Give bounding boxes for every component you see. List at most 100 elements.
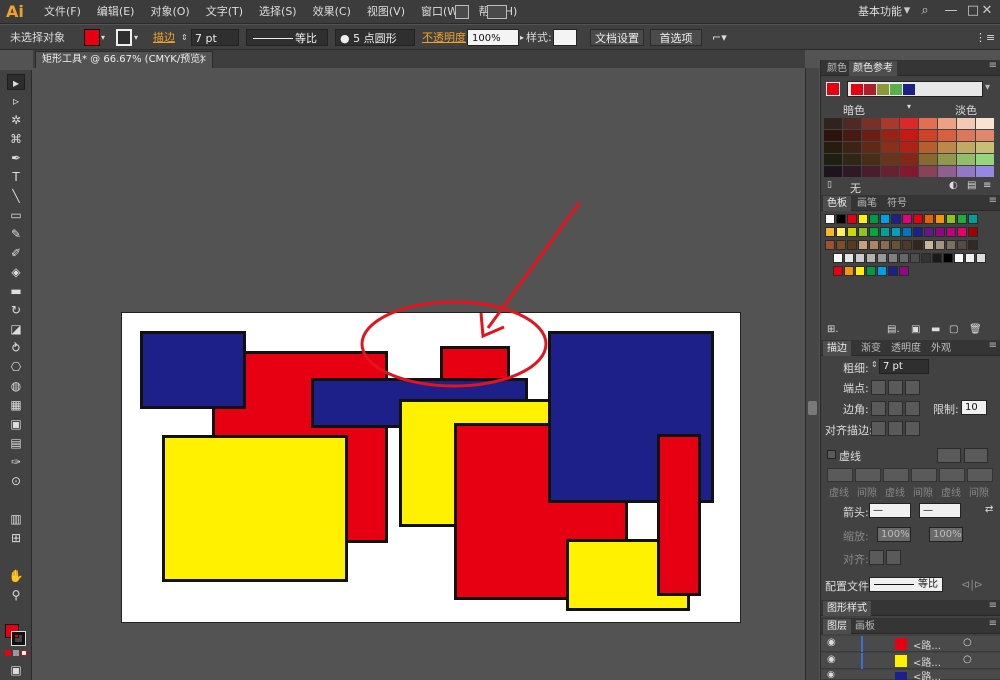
color-swatch[interactable] <box>880 227 890 237</box>
color-swatch[interactable] <box>844 266 854 276</box>
color-variation-swatch[interactable] <box>976 142 994 153</box>
panel-menu-icon[interactable]: ≡ <box>989 600 997 611</box>
delete-swatch-icon[interactable]: 🗑 <box>969 324 982 335</box>
color-swatch[interactable] <box>935 240 945 250</box>
eye-icon[interactable]: ◉ <box>827 637 836 648</box>
end-scale-field[interactable]: 100% <box>929 527 963 542</box>
color-swatch[interactable] <box>880 214 890 224</box>
color-variation-swatch[interactable] <box>881 118 899 129</box>
color-variation-swatch[interactable] <box>919 166 937 177</box>
dash-field[interactable] <box>827 468 853 482</box>
color-variation-swatch[interactable] <box>919 154 937 165</box>
flip-profile-icon[interactable]: ⊲|⊳ <box>961 578 983 591</box>
variation-dropdown-icon[interactable]: ▾ <box>907 102 911 111</box>
harmony-color[interactable] <box>864 84 876 95</box>
gap-field[interactable] <box>911 468 937 482</box>
color-swatch[interactable] <box>836 227 846 237</box>
tab-color-guide[interactable]: 颜色参考 <box>849 61 897 76</box>
color-swatch[interactable] <box>855 266 865 276</box>
color-variation-swatch[interactable] <box>881 130 899 141</box>
layer-name[interactable]: <路... <box>913 637 941 652</box>
color-swatch[interactable] <box>866 253 876 263</box>
start-scale-field[interactable]: 100% <box>877 527 911 542</box>
color-swatch[interactable] <box>858 214 868 224</box>
color-swatch[interactable] <box>880 240 890 250</box>
tab-transparency[interactable]: 透明度 <box>887 341 925 356</box>
tab-stroke[interactable]: 描边 <box>823 341 851 356</box>
color-variation-swatch[interactable] <box>843 130 861 141</box>
new-color-group-icon[interactable]: ▬ <box>931 324 940 335</box>
gap-field[interactable] <box>967 468 993 482</box>
color-swatch[interactable] <box>855 253 865 263</box>
color-swatch[interactable] <box>976 253 986 263</box>
tab-artboards[interactable]: 画板 <box>851 619 879 634</box>
color-variation-swatch[interactable] <box>843 142 861 153</box>
color-variation-swatch[interactable] <box>919 130 937 141</box>
color-swatch[interactable] <box>825 214 835 224</box>
layer-row[interactable]: ◉ <路... ○ <box>821 653 1000 669</box>
color-swatch[interactable] <box>858 240 868 250</box>
bevel-join-button[interactable] <box>905 401 920 416</box>
align-center-button[interactable] <box>871 421 886 436</box>
dash-field[interactable] <box>939 468 965 482</box>
color-variation-swatch[interactable] <box>957 118 975 129</box>
new-swatch-icon[interactable]: ▢ <box>949 324 958 335</box>
color-variation-swatch[interactable] <box>862 154 880 165</box>
harmony-color[interactable] <box>851 84 863 95</box>
tab-layers[interactable]: 图层 <box>823 619 851 634</box>
color-swatch[interactable] <box>877 253 887 263</box>
swap-arrowheads-icon[interactable]: ⇄ <box>985 504 993 515</box>
panel-menu-icon[interactable]: ≡ <box>989 60 997 71</box>
color-variation-swatch[interactable] <box>938 118 956 129</box>
color-swatch[interactable] <box>902 240 912 250</box>
tab-brushes[interactable]: 画笔 <box>853 196 881 211</box>
color-variation-swatch[interactable] <box>824 118 842 129</box>
color-swatch[interactable] <box>869 227 879 237</box>
color-swatch[interactable] <box>968 214 978 224</box>
color-swatch[interactable] <box>902 214 912 224</box>
color-swatch[interactable] <box>957 240 967 250</box>
color-variation-swatch[interactable] <box>881 166 899 177</box>
edit-colors-icon[interactable]: ≡ <box>983 180 991 191</box>
color-variation-swatch[interactable] <box>900 142 918 153</box>
color-swatch[interactable] <box>825 240 835 250</box>
color-variation-swatch[interactable] <box>938 154 956 165</box>
color-variation-swatch[interactable] <box>824 130 842 141</box>
harmony-rule-bar[interactable] <box>847 81 983 97</box>
color-swatch[interactable] <box>965 253 975 263</box>
color-variation-swatch[interactable] <box>900 130 918 141</box>
color-swatch[interactable] <box>891 240 901 250</box>
tab-swatches[interactable]: 色板 <box>823 196 851 211</box>
projecting-cap-button[interactable] <box>905 380 920 395</box>
color-variation-swatch[interactable] <box>862 118 880 129</box>
color-variation-swatch[interactable] <box>976 130 994 141</box>
harmony-color[interactable] <box>890 84 902 95</box>
dash-preserve-button[interactable] <box>937 448 961 463</box>
color-swatch[interactable] <box>833 266 843 276</box>
color-swatch[interactable] <box>899 253 909 263</box>
color-variation-swatch[interactable] <box>824 166 842 177</box>
color-variation-swatch[interactable] <box>862 166 880 177</box>
color-swatch[interactable] <box>946 227 956 237</box>
color-variation-swatch[interactable] <box>881 154 899 165</box>
color-variation-swatch[interactable] <box>957 166 975 177</box>
color-swatch[interactable] <box>891 214 901 224</box>
weight-field[interactable]: 7 pt <box>879 359 929 374</box>
dash-align-button[interactable] <box>964 448 988 463</box>
limit-field[interactable]: 10 <box>961 400 987 415</box>
tab-color[interactable]: 颜色 <box>823 61 851 76</box>
panel-menu-icon[interactable]: ≡ <box>989 618 997 629</box>
color-swatch[interactable] <box>888 253 898 263</box>
color-swatch[interactable] <box>924 227 934 237</box>
tab-gradient[interactable]: 渐变 <box>857 341 885 356</box>
gap-field[interactable] <box>855 468 881 482</box>
color-swatch[interactable] <box>866 266 876 276</box>
color-swatch[interactable] <box>833 253 843 263</box>
eye-icon[interactable]: ◉ <box>827 654 836 665</box>
swatch-library-icon[interactable]: ⊞. <box>827 324 839 335</box>
color-swatch[interactable] <box>877 266 887 276</box>
color-variation-swatch[interactable] <box>900 166 918 177</box>
color-variation-swatch[interactable] <box>938 166 956 177</box>
color-swatch[interactable] <box>954 253 964 263</box>
color-swatch[interactable] <box>913 227 923 237</box>
